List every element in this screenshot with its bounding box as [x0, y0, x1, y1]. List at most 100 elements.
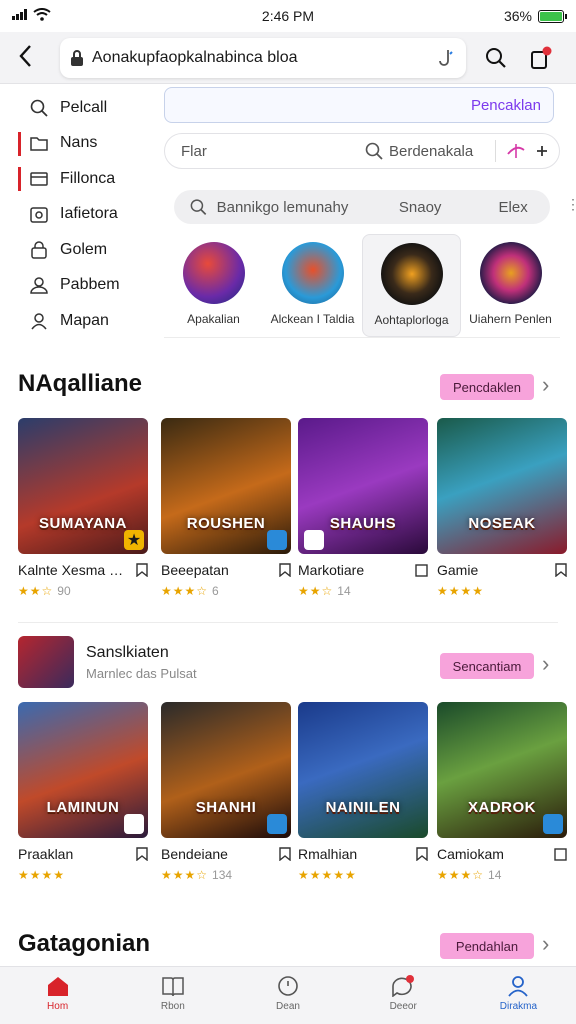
game-rating: 90	[57, 584, 71, 598]
game-stars: ★★★★	[437, 584, 485, 598]
nav-library[interactable]: Rbon	[115, 967, 230, 1024]
nav-label: Dirakma	[499, 1001, 538, 1012]
chevron-left-icon	[19, 45, 31, 67]
nav-label: Deeor	[389, 1001, 417, 1012]
app-badge-icon	[124, 814, 144, 834]
game-card[interactable]: SHAUHS Markotiare ★★☆ 14	[298, 418, 428, 598]
app-badge-icon	[304, 530, 324, 550]
featured-thumbnail	[18, 636, 74, 688]
card-icon	[30, 172, 48, 186]
search-icon	[365, 142, 383, 160]
game-card[interactable]: XADROK Camiokam ★★★☆ 14	[437, 702, 567, 882]
search-option-1[interactable]: Snaoy	[374, 199, 466, 216]
search-input[interactable]: Bannikgo lemunahy Snaoy Elex	[174, 190, 550, 224]
sidebar-item-6[interactable]: Mapan	[16, 303, 156, 339]
app-badge-icon	[267, 814, 287, 834]
section-title: NAqalliane	[18, 370, 143, 397]
bookmark-icon[interactable]	[555, 563, 567, 577]
sidebar-item-5[interactable]: Pabbem	[16, 268, 156, 304]
bookmark-icon[interactable]	[136, 847, 148, 861]
sidebar-item-2[interactable]: Fillonca	[16, 161, 156, 197]
category-item[interactable]: Uiahern Penlen	[461, 234, 560, 337]
game-card[interactable]: NAINILEN Rmalhian ★★★★★	[298, 702, 428, 882]
folder-icon	[30, 137, 48, 151]
bookmark-icon[interactable]	[416, 847, 428, 861]
game-name: Rmalhian	[298, 846, 358, 862]
filter-middle-label: Berdenakala	[389, 142, 474, 160]
game-card[interactable]: LAMINUN Praaklan ★★★★	[18, 702, 148, 882]
chevron-right-icon[interactable]: ›	[542, 372, 549, 398]
section-action-button[interactable]: Pendahlan	[440, 933, 534, 959]
checkbox-icon[interactable]	[415, 563, 428, 577]
game-art: XADROK	[437, 702, 567, 838]
game-art: SHAUHS	[298, 418, 428, 554]
add-icon[interactable]	[536, 145, 548, 157]
mic-icon[interactable]	[436, 48, 456, 68]
game-art: NAINILEN	[298, 702, 428, 838]
game-rating: 6	[212, 584, 219, 598]
game-card[interactable]: NOSEAK Gamie ★★★★	[437, 418, 567, 598]
search-icon	[486, 48, 506, 68]
section-action-button[interactable]: Sencantiam	[440, 653, 534, 679]
game-art-title: NAINILEN	[325, 799, 401, 816]
category-item[interactable]: Apakalian	[164, 234, 263, 337]
sidebar-item-3[interactable]: Iafietora	[16, 197, 156, 233]
category-image	[380, 243, 443, 305]
back-button[interactable]	[18, 44, 32, 72]
tabs-button[interactable]	[526, 44, 554, 72]
section-action-button[interactable]: Pencdaklen	[440, 374, 534, 400]
lock-icon	[71, 50, 83, 66]
nav-recent[interactable]: Dean	[230, 967, 345, 1024]
nav-label: Dean	[276, 1001, 300, 1012]
sidebar-item-4[interactable]: Golem	[16, 232, 156, 268]
chat-icon	[392, 975, 415, 997]
sidebar-item-label: Mapan	[60, 311, 109, 329]
nav-home[interactable]: Hom	[0, 967, 115, 1024]
game-stars: ★★☆	[298, 584, 334, 598]
game-stars: ★★★★★	[298, 868, 357, 882]
app-screen: 2:46 PM 36% Aonakupfaopkalnabinca bloa P…	[0, 0, 576, 1024]
home-icon	[47, 977, 68, 996]
sidebar-item-0[interactable]: Pelcall	[16, 90, 156, 126]
game-card[interactable]: SUMAYANA ★ Kalnte Xesma Ion ★★☆ 90	[18, 418, 148, 598]
sparkle-icon[interactable]	[506, 142, 526, 160]
nav-profile[interactable]: Dirakma	[461, 967, 576, 1024]
bookmark-icon[interactable]	[279, 847, 291, 861]
game-art-title: LAMINUN	[46, 799, 120, 816]
filter-left[interactable]: Flar	[165, 143, 365, 160]
primary-button[interactable]: Pencaklan	[164, 87, 554, 123]
more-icon[interactable]: ⋮	[566, 196, 576, 213]
game-card[interactable]: SHANHI Bendeiane ★★★☆ 134	[161, 702, 291, 882]
game-stars: ★★★☆	[161, 868, 209, 882]
game-rating: 134	[212, 868, 233, 882]
sidebar-item-label: Pelcall	[60, 98, 108, 116]
chevron-right-icon[interactable]: ›	[542, 931, 549, 957]
app-badge-icon: ★	[124, 530, 144, 550]
search-option-2[interactable]: Elex	[476, 199, 550, 216]
sidebar-item-1[interactable]: Nans	[16, 126, 156, 162]
bookmark-icon[interactable]	[279, 563, 291, 577]
category-item-selected[interactable]: Aohtaplorloga	[362, 234, 461, 337]
game-rating: 14	[488, 868, 502, 882]
search-button[interactable]	[482, 44, 510, 72]
chevron-right-icon[interactable]: ›	[542, 651, 549, 677]
filter-middle[interactable]: Berdenakala	[365, 142, 485, 160]
address-bar[interactable]: Aonakupfaopkalnabinca bloa	[60, 38, 466, 78]
game-art: NOSEAK	[437, 418, 567, 554]
game-stars: ★★★☆	[437, 868, 485, 882]
app-badge-icon	[543, 814, 563, 834]
bookmark-icon[interactable]	[136, 563, 148, 577]
battery-icon	[538, 9, 567, 23]
game-art: ROUSHEN	[161, 418, 291, 554]
filter-divider	[495, 140, 496, 162]
browser-bar: Aonakupfaopkalnabinca bloa	[0, 32, 576, 84]
checkbox-icon[interactable]	[554, 847, 567, 861]
game-name: Praaklan	[18, 846, 74, 862]
person-icon	[31, 313, 47, 330]
category-item[interactable]: Alckean I Taldia	[263, 234, 362, 337]
game-card[interactable]: ROUSHEN Beeepatan ★★★☆ 6	[161, 418, 291, 598]
filter-actions	[506, 142, 548, 160]
game-art-title: NOSEAK	[468, 515, 536, 532]
game-art-title: ROUSHEN	[186, 515, 266, 532]
nav-messages[interactable]: Deeor	[346, 967, 461, 1024]
